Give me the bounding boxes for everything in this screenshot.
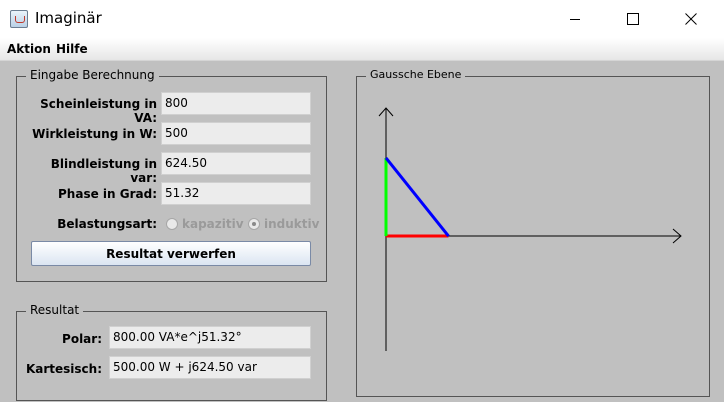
apparent-power-vector (384, 157, 450, 237)
gauss-plane-canvas (378, 107, 682, 351)
